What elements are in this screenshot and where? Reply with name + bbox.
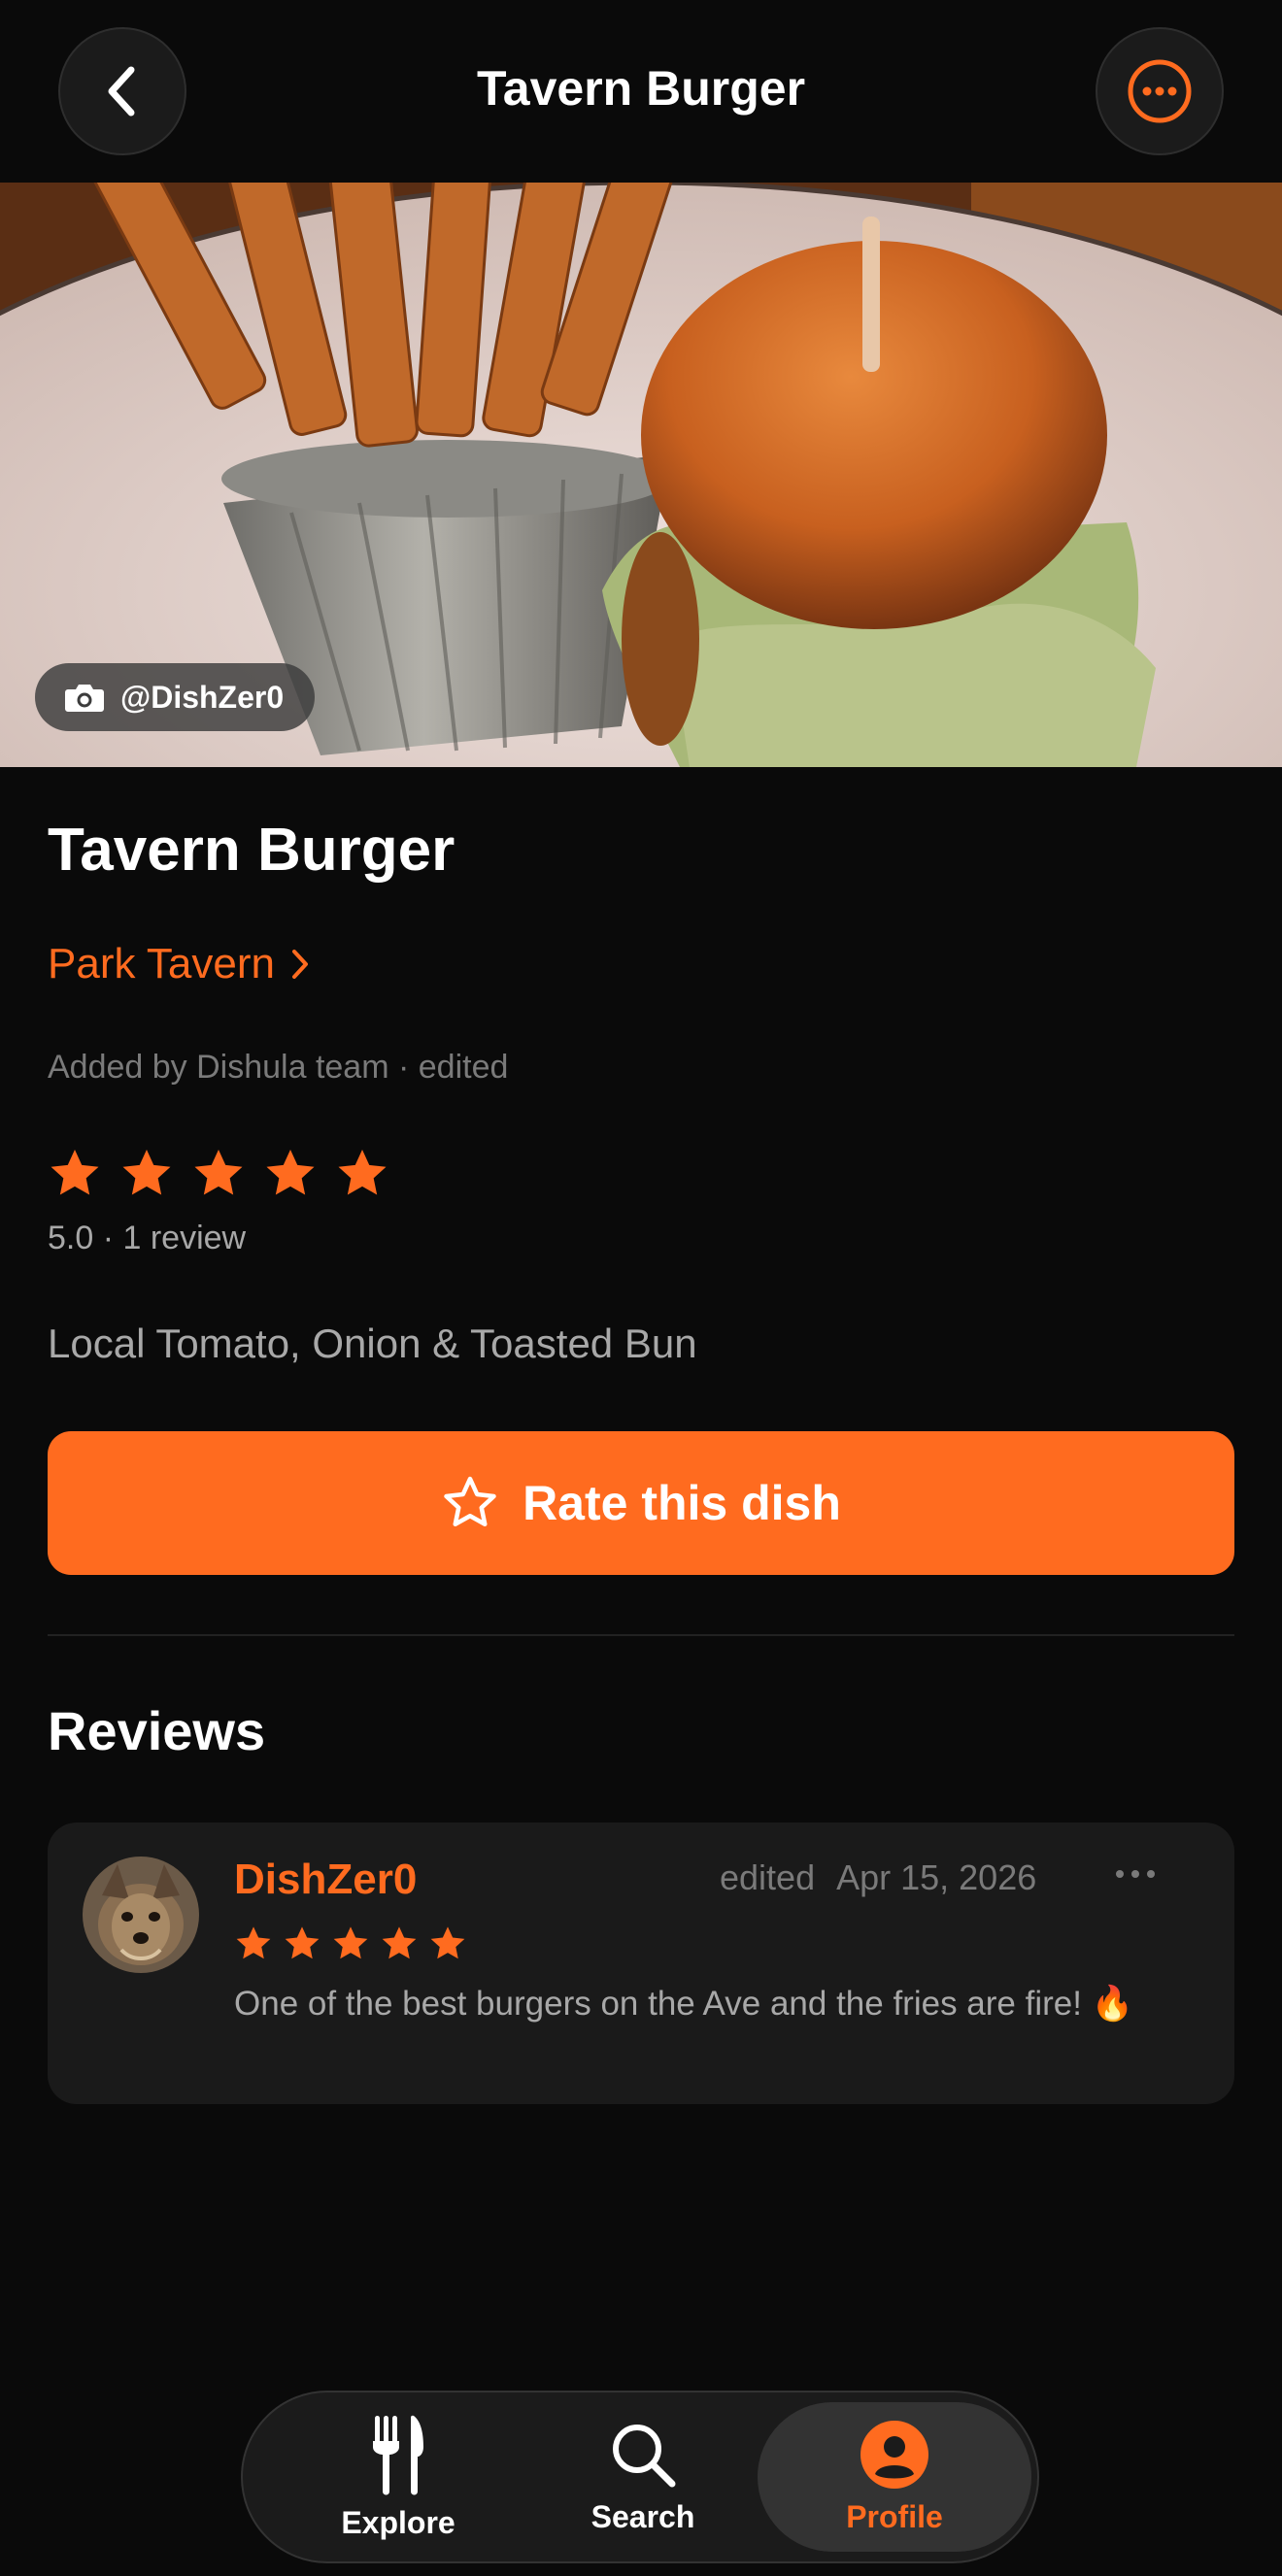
tab-search-label: Search	[590, 2498, 695, 2534]
section-divider	[48, 1634, 1234, 1636]
star-icon	[333, 1926, 368, 1959]
restaurant-link[interactable]: Park Tavern	[48, 940, 310, 988]
review-edited-label: edited	[720, 1857, 816, 1897]
star-icon	[122, 1150, 171, 1195]
review-more-button[interactable]	[1116, 1859, 1155, 1889]
rate-dish-button[interactable]: Rate this dish	[48, 1431, 1234, 1575]
ellipsis-dot	[1147, 1870, 1155, 1878]
search-icon	[613, 2424, 676, 2487]
dog-avatar-illustration	[83, 1857, 199, 1973]
tab-explore-label: Explore	[341, 2504, 455, 2540]
reviewer-avatar[interactable]	[83, 1857, 199, 1973]
more-options-button[interactable]	[1096, 27, 1224, 155]
dish-detail-screen: Tavern Burger @DishZer0 Tavern Burger Pa…	[0, 0, 1282, 2576]
ellipsis-dot	[1131, 1870, 1139, 1878]
dish-photo[interactable]: @DishZer0	[0, 183, 1282, 767]
star-icon	[338, 1150, 387, 1195]
ellipsis-dot	[1116, 1870, 1124, 1878]
star-icon	[51, 1150, 99, 1195]
review-rating-stars	[234, 1925, 467, 1962]
star-icon	[266, 1150, 315, 1195]
tab-profile-label: Profile	[846, 2498, 943, 2534]
photo-credit-badge[interactable]: @DishZer0	[35, 663, 316, 731]
ellipsis-circle-icon	[1128, 59, 1192, 123]
star-icon	[382, 1926, 417, 1959]
review-date: Apr 15, 2026	[836, 1857, 1037, 1897]
added-by-text: Added by Dishula team · edited	[48, 1049, 509, 1086]
star-icon	[285, 1926, 320, 1959]
tab-search[interactable]: Search	[546, 2402, 740, 2552]
camera-icon	[65, 685, 104, 712]
rating-summary: 5.0 · 1 review	[48, 1220, 247, 1256]
review-text: One of the best burgers on the Ave and t…	[234, 1985, 1134, 2023]
photo-credit-handle: @DishZer0	[120, 679, 285, 715]
chevron-right-icon	[291, 950, 308, 979]
star-icon	[236, 1926, 271, 1959]
review-meta: edited Apr 15, 2026	[720, 1857, 1036, 1898]
rate-dish-label: Rate this dish	[523, 1476, 841, 1530]
person-circle-icon	[860, 2420, 928, 2489]
dish-description: Local Tomato, Onion & Toasted Bun	[48, 1321, 697, 1366]
tab-profile[interactable]: Profile	[758, 2402, 1031, 2552]
dish-rating-stars	[48, 1148, 389, 1200]
review-card[interactable]: DishZer0 edited Apr 15, 2026 One of the …	[48, 1823, 1234, 2104]
reviews-heading: Reviews	[48, 1700, 266, 1761]
reviewer-name[interactable]: DishZer0	[234, 1856, 417, 1904]
header-title: Tavern Burger	[476, 61, 806, 116]
star-outline-icon	[444, 1476, 496, 1526]
restaurant-name: Park Tavern	[48, 940, 275, 987]
bottom-tab-bar: Explore Search Profile	[241, 2391, 1039, 2563]
tab-explore[interactable]: Explore	[301, 2402, 495, 2552]
top-bar: Tavern Burger	[0, 0, 1282, 183]
dish-title: Tavern Burger	[48, 817, 455, 884]
fork-knife-icon	[373, 2415, 423, 2494]
star-icon	[194, 1150, 243, 1195]
star-icon	[430, 1926, 465, 1959]
